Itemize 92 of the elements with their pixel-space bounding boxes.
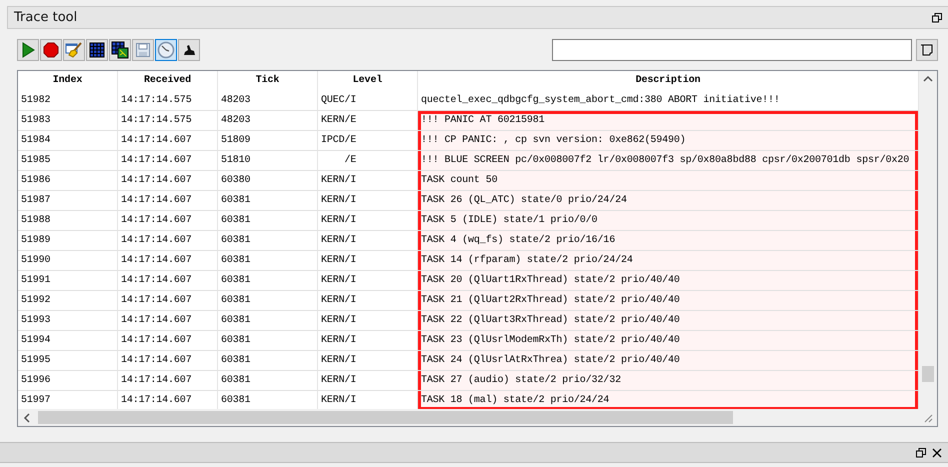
table-cell: 60381	[218, 351, 318, 371]
scroll-thumb[interactable]	[922, 366, 934, 382]
column-header[interactable]: Index	[18, 71, 118, 91]
horizontal-scrollbar[interactable]	[18, 409, 919, 426]
table-cell: 14:17:14.607	[118, 151, 218, 171]
table-cell: 48203	[218, 91, 318, 111]
table-cell: 60380	[218, 171, 318, 191]
column-header[interactable]: Received	[118, 71, 218, 91]
hand-icon	[181, 42, 197, 58]
table-cell: 14:17:14.607	[118, 351, 218, 371]
table-cell: 51988	[18, 211, 118, 231]
search-field[interactable]	[552, 39, 912, 61]
table-cell: TASK 24 (QlUsrlAtRxThrea) state/2 prio/40/40	[418, 351, 919, 371]
play-icon	[20, 42, 36, 58]
table-cell: TASK 21 (QlUart2RxThread) state/2 prio/40/40	[418, 291, 919, 311]
table-cell: !!! CP PANIC: , cp svn version: 0xe862(59490)	[418, 131, 919, 151]
table-cell: 60381	[218, 211, 318, 231]
scroll-button[interactable]	[916, 39, 938, 61]
column-header[interactable]: Level	[318, 71, 418, 91]
table-cell: TASK 20 (QlUart1RxThread) state/2 prio/40/40	[418, 271, 919, 291]
table-cell: 51985	[18, 151, 118, 171]
table-cell: 60381	[218, 311, 318, 331]
table-cell: 51809	[218, 131, 318, 151]
toolbar-button[interactable]	[86, 39, 108, 61]
table-cell: 14:17:14.607	[118, 211, 218, 231]
table-cell: 60381	[218, 271, 318, 291]
scroll-left-icon	[23, 412, 31, 422]
table-cell: 51992	[18, 291, 118, 311]
toolbar-button[interactable]	[178, 39, 200, 61]
table-cell: !!! PANIC AT 60215981	[418, 111, 919, 131]
stop-icon	[43, 42, 59, 58]
table-cell: 60381	[218, 231, 318, 251]
table-cell: TASK count 50	[418, 171, 919, 191]
table-cell: 51994	[18, 331, 118, 351]
table-cell: 51983	[18, 111, 118, 131]
table-cell: 51996	[18, 371, 118, 391]
table-cell: 14:17:14.575	[118, 91, 218, 111]
table-cell: 14:17:14.607	[118, 191, 218, 211]
table-cell: 48203	[218, 111, 318, 131]
resize-grip-icon	[923, 412, 933, 422]
table-cell: TASK 23 (QlUsrlModemRxTh) state/2 prio/40/40	[418, 331, 919, 351]
table-cell: 51810	[218, 151, 318, 171]
panel-title: Trace tool	[14, 10, 78, 25]
restore-icon[interactable]	[916, 448, 926, 458]
table-cell: TASK 5 (IDLE) state/1 prio/0/0	[418, 211, 919, 231]
table-cell: quectel_exec_qdbgcfg_system_abort_cmd:380 ABORT initiative!!!	[418, 91, 919, 111]
table-cell: TASK 27 (audio) state/2 prio/32/32	[418, 371, 919, 391]
scroll-thumb[interactable]	[38, 411, 733, 424]
table-cell: 14:17:14.607	[118, 311, 218, 331]
table-cell: 51995	[18, 351, 118, 371]
table-cell: 14:17:14.575	[118, 111, 218, 131]
table-cell: TASK 4 (wq_fs) state/2 prio/16/16	[418, 231, 919, 251]
table-cell: 14:17:14.607	[118, 291, 218, 311]
vertical-scrollbar[interactable]	[919, 71, 937, 409]
table-cell: TASK 22 (QlUart3RxThread) state/2 prio/40/40	[418, 311, 919, 331]
table-cell: 14:17:14.607	[118, 251, 218, 271]
toolbar-button[interactable]	[40, 39, 62, 61]
column-header[interactable]: Tick	[218, 71, 318, 91]
close-icon[interactable]	[932, 448, 942, 458]
table-cell: 14:17:14.607	[118, 231, 218, 251]
table-cell: 60381	[218, 331, 318, 351]
table-cell: 14:17:14.607	[118, 131, 218, 151]
table-cell: !!! BLUE SCREEN pc/0x008007f2 lr/0x008007f3 sp/0x80a8bd88 cpsr/0x200701db spsr/0x20	[418, 151, 919, 171]
table-cell: 51982	[18, 91, 118, 111]
scroll-up-icon	[923, 75, 933, 83]
scroll-icon	[920, 43, 934, 57]
table-cell: 60381	[218, 251, 318, 271]
floppy-icon	[135, 42, 151, 58]
table-cell: TASK 14 (rfparam) state/2 prio/24/24	[418, 251, 919, 271]
table-cell: 60381	[218, 291, 318, 311]
table-cell: 51990	[18, 251, 118, 271]
table-cell: 14:17:14.607	[118, 331, 218, 351]
restore-icon[interactable]	[932, 12, 942, 22]
toolbar-button[interactable]	[109, 39, 131, 61]
table-cell: 14:17:14.607	[118, 271, 218, 291]
table-cell: 14:17:14.607	[118, 371, 218, 391]
table-cell: 51991	[18, 271, 118, 291]
table-cell: 51984	[18, 131, 118, 151]
table-cell: 51987	[18, 191, 118, 211]
grid-map-icon	[111, 41, 129, 59]
broom-icon	[65, 41, 83, 59]
table-cell: 14:17:14.607	[118, 171, 218, 191]
clock-icon	[157, 41, 175, 59]
table-cell: TASK 26 (QL_ATC) state/0 prio/24/24	[418, 191, 919, 211]
toolbar-button[interactable]	[17, 39, 39, 61]
table-cell: 51986	[18, 171, 118, 191]
table-cell: 51993	[18, 311, 118, 331]
table-cell: 60381	[218, 371, 318, 391]
table-cell: TASK 18 (mal) state/2 prio/24/24	[418, 391, 919, 409]
grid-icon	[89, 42, 105, 58]
table-cell: 60381	[218, 191, 318, 211]
table-cell: 51989	[18, 231, 118, 251]
